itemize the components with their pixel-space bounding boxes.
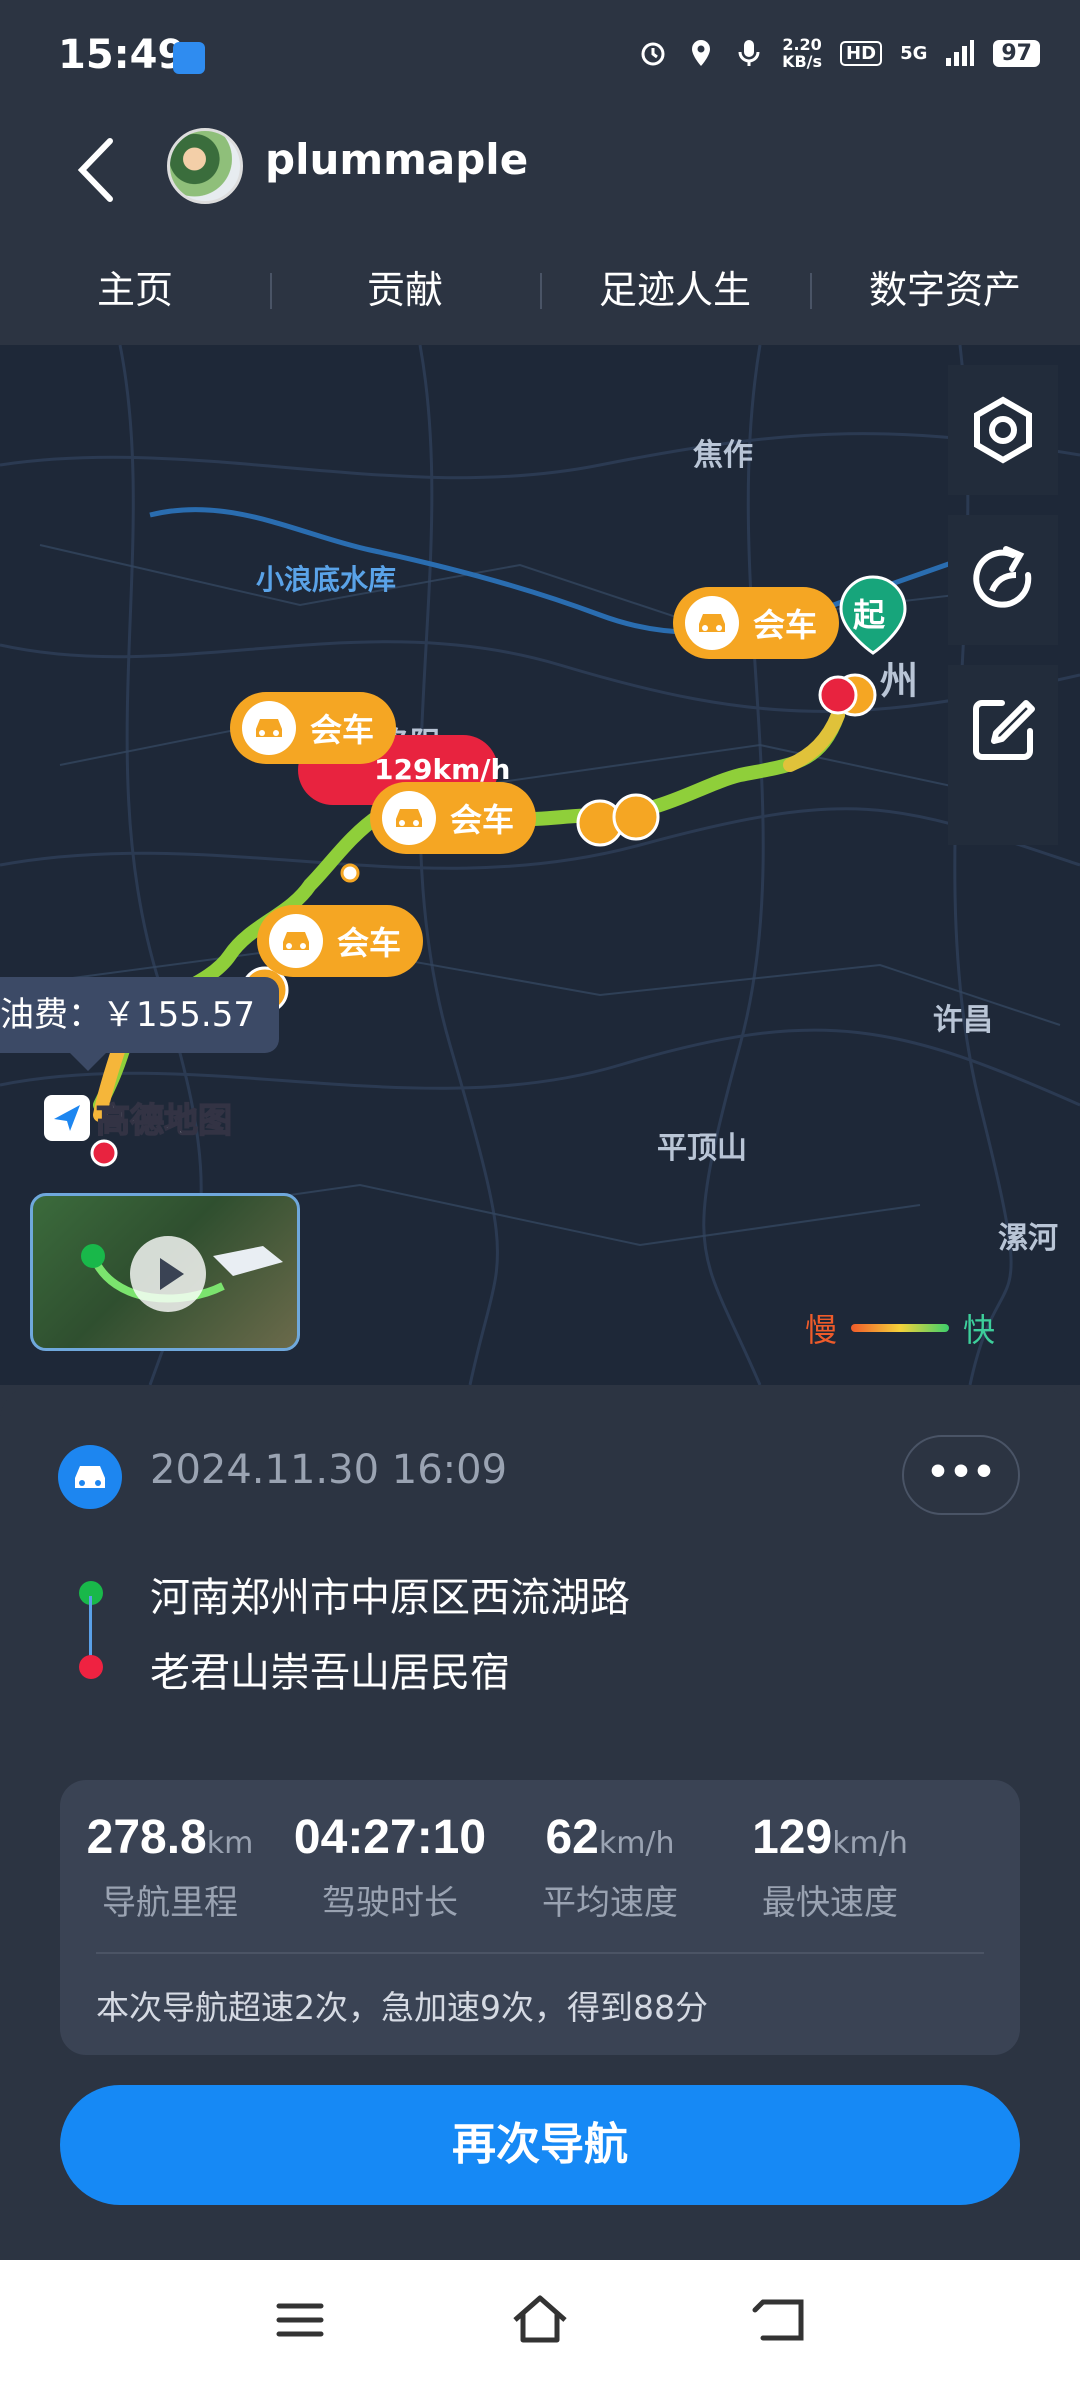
meet-label: 会车 [337, 924, 402, 962]
legend-gradient [851, 1324, 950, 1332]
stat-max-speed-label: 最快速度 [762, 1883, 898, 1923]
trip-stats-panel: 278.8km 导航里程 04:27:10 驾驶时长 62km/h 平均速度 1… [60, 1780, 1020, 2055]
fuel-cost-bubble: 油费：￥155.57 [0, 977, 279, 1071]
amap-logo: 高德地图 [44, 1093, 233, 1142]
stat-avg-speed-unit: km/h [598, 1826, 675, 1861]
meet-marker[interactable]: 会车 [673, 587, 840, 659]
edit-tool[interactable] [948, 665, 1058, 795]
meet-label: 会车 [450, 801, 515, 839]
tab-footprint[interactable]: 足迹人生 [540, 245, 810, 335]
stat-duration: 04:27:10 驾驶时长 [280, 1810, 500, 1924]
stat-distance-value: 278.8 [86, 1811, 207, 1864]
speed-legend: 慢 快 [805, 1305, 995, 1351]
settings-tool[interactable] [948, 365, 1058, 495]
car-icon [58, 1445, 122, 1509]
stat-max-speed: 129km/h 最快速度 [720, 1810, 940, 1924]
hd-badge: HD [840, 40, 883, 66]
car-icon [269, 914, 323, 968]
stat-distance-unit: km [206, 1826, 254, 1861]
route-map[interactable]: 焦作 州 洛阳 许昌 平顶山 漯河 小浪底水库 129km/h 会车 会车 会车… [0, 345, 1080, 1385]
car-icon [242, 701, 296, 755]
map-label-luohe: 漯河 [998, 1221, 1058, 1256]
edit-icon [973, 700, 1035, 760]
username[interactable]: plummaple [265, 135, 528, 184]
signal-bars-icon [946, 40, 975, 66]
meet-marker[interactable]: 会车 [257, 905, 424, 977]
location-icon [692, 40, 711, 66]
map-label-zhengzhou: 州 [880, 659, 919, 703]
stat-avg-speed-value: 62 [545, 1811, 599, 1864]
home-icon[interactable] [505, 2290, 575, 2350]
share-icon [973, 546, 1032, 608]
trip-card: 2024.11.30 16:09 ••• 河南郑州市中原区西流湖路 老君山崇吾山… [0, 1385, 1080, 2260]
driving-summary: 本次导航超速2次，急加速9次，得到88分 [96, 1988, 708, 2027]
stat-max-speed-value: 129 [752, 1811, 833, 1864]
meet-label: 会车 [753, 606, 818, 644]
trip-datetime: 2024.11.30 16:09 [150, 1447, 508, 1493]
legend-fast: 快 [963, 1311, 996, 1349]
hexagon-settings-icon [974, 396, 1032, 464]
system-nav-bar [0, 2260, 1080, 2388]
start-label: 起 [853, 596, 886, 634]
tab-home[interactable]: 主页 [0, 245, 270, 335]
meet-label: 会车 [310, 711, 375, 749]
amap-logo-text: 高德地图 [95, 1100, 233, 1142]
destination-dot [79, 1655, 103, 1679]
stat-avg-speed-label: 平均速度 [542, 1883, 678, 1923]
stat-distance: 278.8km 导航里程 [60, 1810, 280, 1924]
stat-distance-label: 导航里程 [102, 1883, 238, 1923]
status-time: 15:49 [58, 32, 186, 78]
share-tool[interactable] [948, 515, 1058, 645]
renavigate-button[interactable]: 再次导航 [60, 2085, 1020, 2205]
legend-slow: 慢 [805, 1311, 838, 1349]
origin-address: 河南郑州市中原区西流湖路 [150, 1575, 630, 1621]
amap-logo-icon [44, 1094, 90, 1141]
map-label-pingdingshan: 平顶山 [657, 1131, 747, 1166]
battery-indicator: 97 [993, 39, 1040, 67]
map-label-jiaozuo: 焦作 [693, 438, 753, 473]
stat-avg-speed: 62km/h 平均速度 [500, 1810, 720, 1924]
car-icon [382, 791, 436, 845]
map-label-reservoir: 小浪底水库 [256, 563, 397, 596]
menu-icon[interactable] [265, 2290, 335, 2350]
meet-marker[interactable]: 会车 [230, 692, 397, 764]
avatar[interactable] [167, 128, 243, 204]
play-button[interactable] [130, 1236, 206, 1312]
status-bar: 15:49 2.20 KB/s HD 5G 97 [0, 0, 1080, 115]
alarm-icon [641, 42, 665, 66]
back-icon[interactable] [745, 2290, 815, 2350]
more-button[interactable]: ••• [902, 1435, 1020, 1515]
network-speed: 2.20 KB/s [782, 35, 823, 71]
tab-contribution[interactable]: 贡献 [270, 245, 540, 335]
stat-duration-label: 驾驶时长 [322, 1883, 458, 1923]
car-icon [685, 596, 739, 650]
destination-address: 老君山崇吾山居民宿 [150, 1650, 510, 1696]
app-notification-icon [173, 42, 205, 74]
signal-5g-icon: 5G [900, 42, 928, 64]
meet-marker[interactable]: 会车 [370, 782, 537, 854]
route-video-thumbnail[interactable] [30, 1193, 300, 1351]
profile-header: plummaple [0, 115, 1080, 225]
profile-tabs: 主页 贡献 足迹人生 数字资产 [0, 245, 1080, 335]
tab-digital-assets[interactable]: 数字资产 [810, 245, 1080, 335]
map-label-xuchang: 许昌 [933, 1003, 993, 1038]
stat-max-speed-unit: km/h [832, 1826, 908, 1861]
back-arrow-icon[interactable] [68, 135, 128, 205]
stats-divider [96, 1952, 984, 1954]
microphone-icon [738, 40, 760, 66]
stat-duration-value: 04:27:10 [293, 1811, 487, 1864]
